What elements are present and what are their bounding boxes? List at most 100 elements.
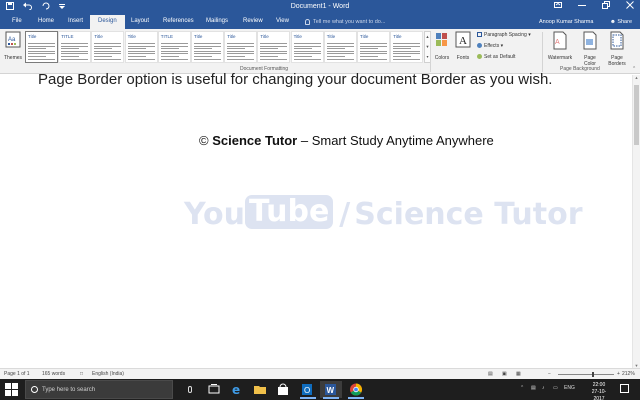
style-set-preview-line	[360, 43, 387, 44]
network-icon[interactable]: ▤	[531, 385, 536, 392]
set-as-default-label: Set as Default	[484, 54, 516, 60]
print-layout-icon[interactable]: ▣	[502, 371, 507, 378]
proofing-icon[interactable]: □	[80, 371, 83, 378]
style-set-tile[interactable]: Title	[290, 31, 324, 63]
style-set-preview-line	[194, 48, 212, 50]
document-page[interactable]: Page Border option is useful for changin…	[0, 71, 632, 368]
colors-button[interactable]: Colors	[433, 31, 451, 61]
style-set-tile[interactable]: Title	[357, 31, 390, 63]
minimize-icon[interactable]	[578, 1, 586, 12]
ribbon-display-icon[interactable]	[554, 1, 562, 12]
zoom-out-icon[interactable]: −	[548, 371, 551, 378]
style-set-preview-line	[360, 56, 378, 57]
read-mode-icon[interactable]: ▤	[488, 371, 493, 378]
style-set-preview-line	[360, 45, 387, 47]
effects-button[interactable]: Effects ▾	[477, 43, 503, 50]
style-set-preview-line	[293, 45, 321, 47]
share-button[interactable]: ☻ Share	[610, 18, 632, 26]
style-set-title: Title	[293, 34, 302, 39]
taskbar-search[interactable]: Type here to search	[25, 380, 192, 399]
set-as-default-button[interactable]: Set as Default	[477, 54, 515, 61]
style-set-tile[interactable]: TITLE	[157, 31, 191, 63]
restore-icon[interactable]	[602, 1, 610, 12]
style-set-gallery: Title TITLE Title Title TITLE Title Title Title…	[25, 31, 424, 63]
svg-text:Aa: Aa	[8, 37, 16, 43]
tab-design[interactable]: Design	[90, 15, 125, 29]
style-set-tile[interactable]: Title	[25, 31, 58, 63]
word-count[interactable]: 165 words	[42, 371, 65, 378]
tab-file[interactable]: File	[12, 17, 22, 26]
credit-line: © Science Tutor – Smart Study Anytime An…	[199, 133, 494, 149]
zoom-in-icon[interactable]: +	[617, 371, 620, 378]
tell-me-search[interactable]: Tell me what you want to do...	[305, 18, 385, 26]
volume-icon[interactable]: ♪	[542, 385, 545, 392]
word-icon[interactable]: W	[320, 381, 342, 399]
battery-icon[interactable]: ▭	[553, 385, 558, 392]
web-layout-icon[interactable]: ▦	[516, 371, 521, 378]
scroll-thumb[interactable]	[634, 85, 639, 145]
zoom-level[interactable]: 212%	[622, 371, 635, 378]
outlook-icon[interactable]: O	[297, 381, 319, 399]
style-set-tile[interactable]: Title	[191, 31, 224, 63]
page-borders-button[interactable]: Page Borders	[604, 31, 630, 67]
style-set-preview-line	[160, 43, 188, 44]
tab-references[interactable]: References	[163, 17, 194, 26]
zoom-slider-thumb[interactable]	[591, 372, 594, 377]
style-set-preview-line	[393, 56, 412, 57]
themes-button[interactable]: Aa Themes	[3, 31, 23, 61]
chrome-icon[interactable]	[345, 381, 367, 399]
store-icon[interactable]	[272, 381, 294, 398]
style-set-tile[interactable]: Title	[124, 31, 158, 63]
style-set-tile[interactable]: TITLE	[58, 31, 92, 63]
style-set-preview-line	[127, 50, 155, 52]
close-icon[interactable]	[626, 1, 634, 12]
svg-text:O: O	[304, 386, 310, 395]
fonts-icon: A	[455, 31, 471, 48]
microphone-icon[interactable]	[188, 386, 192, 393]
style-set-preview-line	[293, 58, 321, 60]
style-set-tile[interactable]: Title	[257, 31, 291, 63]
task-view-icon[interactable]	[203, 381, 225, 398]
tab-view[interactable]: View	[276, 17, 289, 26]
tab-insert[interactable]: Insert	[68, 17, 83, 26]
zoom-slider[interactable]	[558, 372, 614, 377]
watermark-icon: A	[553, 31, 567, 50]
collapse-ribbon-icon[interactable]: ⌃	[632, 66, 636, 72]
show-hidden-icons[interactable]: ⌃	[520, 385, 524, 392]
tab-home[interactable]: Home	[38, 17, 54, 26]
action-center-icon[interactable]	[620, 384, 629, 393]
style-set-preview-line	[28, 58, 55, 60]
tab-review[interactable]: Review	[243, 17, 263, 26]
title-bar: Document1 - Word	[0, 0, 640, 14]
tab-layout[interactable]: Layout	[131, 17, 149, 26]
input-language[interactable]: ENG	[564, 385, 575, 392]
paragraph-spacing-button[interactable]: Paragraph Spacing ▾	[477, 32, 531, 39]
style-set-tile[interactable]: Title	[224, 31, 258, 63]
style-set-preview-line	[127, 58, 155, 60]
scroll-up-icon[interactable]: ▲	[633, 75, 640, 80]
page-count[interactable]: Page 1 of 1	[4, 371, 30, 378]
style-set-preview-line	[293, 56, 312, 57]
watermark-button[interactable]: A Watermark	[545, 31, 575, 61]
themes-icon: Aa	[5, 31, 21, 48]
vertical-scrollbar[interactable]: ▲ ▼	[632, 75, 640, 368]
fonts-button[interactable]: A Fonts	[454, 31, 472, 61]
page-color-button[interactable]: Page Color	[578, 31, 602, 67]
style-set-tile[interactable]: Title	[323, 31, 357, 63]
tab-mailings[interactable]: Mailings	[206, 17, 228, 26]
language-indicator[interactable]: English (India)	[92, 371, 124, 378]
copyright-symbol: ©	[199, 133, 209, 148]
style-set-tile[interactable]: Title	[390, 31, 424, 63]
style-set-preview-line	[194, 58, 221, 60]
style-set-preview-line	[61, 56, 80, 57]
style-set-preview-line	[127, 53, 155, 55]
windows-start-icon[interactable]	[4, 382, 20, 397]
account-name[interactable]: Anoop Kumar Sharma	[539, 18, 593, 26]
file-explorer-icon[interactable]	[249, 381, 271, 398]
edge-icon[interactable]: e	[226, 381, 248, 398]
status-bar: Page 1 of 1 165 words □ English (India) …	[0, 368, 640, 379]
style-set-preview-line	[227, 48, 246, 50]
style-set-tile[interactable]: Title	[91, 31, 125, 63]
page-color-icon	[583, 31, 597, 50]
style-set-preview-line	[293, 43, 321, 44]
